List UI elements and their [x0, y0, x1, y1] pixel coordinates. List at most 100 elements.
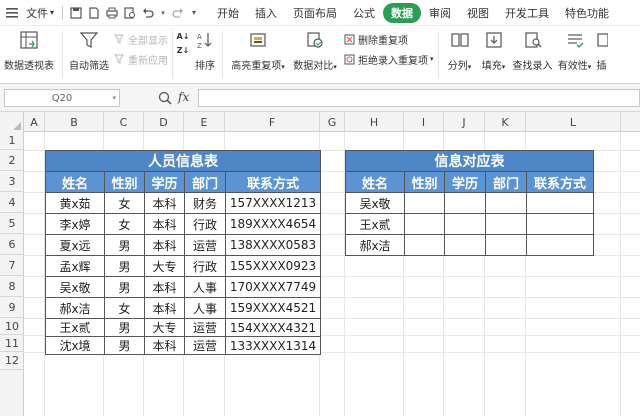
- row-header-2[interactable]: 2: [0, 150, 24, 171]
- cell[interactable]: [404, 213, 445, 235]
- cell[interactable]: 本科: [144, 192, 185, 214]
- tab-formulas[interactable]: 公式: [345, 3, 383, 23]
- validity-button[interactable]: 有效性▾: [555, 26, 595, 84]
- cell[interactable]: 吴x敬: [45, 276, 105, 298]
- cell[interactable]: [404, 192, 445, 214]
- column-header-l[interactable]: L: [526, 112, 621, 132]
- sort-button[interactable]: AZ 排序: [192, 26, 218, 84]
- redo-icon[interactable]: [171, 6, 185, 20]
- cell[interactable]: 本科: [144, 297, 185, 319]
- cell[interactable]: 女: [104, 192, 145, 214]
- cell[interactable]: 行政: [184, 255, 226, 277]
- row-header-6[interactable]: 6: [0, 234, 24, 255]
- cell[interactable]: 人事: [184, 297, 226, 319]
- column-header-f[interactable]: F: [225, 112, 320, 132]
- sort-descending-button[interactable]: Z↓: [177, 44, 192, 56]
- cell[interactable]: 运营: [184, 318, 226, 337]
- cell[interactable]: [485, 234, 527, 256]
- tab-page-layout[interactable]: 页面布局: [285, 3, 345, 23]
- header-cell[interactable]: 性别: [404, 171, 445, 193]
- cell[interactable]: 男: [104, 276, 145, 298]
- row-header-9[interactable]: 9: [0, 297, 24, 318]
- sort-ascending-button[interactable]: A↓: [177, 30, 192, 42]
- cell[interactable]: 男: [104, 234, 145, 256]
- cell[interactable]: 本科: [144, 336, 185, 355]
- row-header-7[interactable]: 7: [0, 255, 24, 276]
- cell[interactable]: 189XXXX4654: [224, 213, 322, 235]
- row-header-11[interactable]: 11: [0, 335, 24, 352]
- row-header-3[interactable]: 3: [0, 171, 24, 192]
- file-menu[interactable]: 文件 ▾: [22, 0, 58, 26]
- formula-input[interactable]: [198, 89, 640, 107]
- row-header-12[interactable]: 12: [0, 352, 24, 370]
- tab-special-features[interactable]: 特色功能: [557, 3, 617, 23]
- tab-data[interactable]: 数据: [383, 2, 422, 23]
- cell[interactable]: [444, 213, 486, 235]
- column-header-b[interactable]: B: [45, 112, 104, 132]
- column-header-k[interactable]: K: [485, 112, 526, 132]
- cell[interactable]: 男: [104, 336, 145, 355]
- cell[interactable]: 男: [104, 318, 145, 337]
- column-header-i[interactable]: I: [404, 112, 444, 132]
- tab-view[interactable]: 视图: [459, 3, 497, 23]
- row-header-10[interactable]: 10: [0, 318, 24, 335]
- remove-duplicates-button[interactable]: 删除重复项: [343, 32, 434, 47]
- cell[interactable]: 沈x境: [45, 336, 105, 355]
- auto-filter-button[interactable]: 自动筛选: [67, 26, 111, 84]
- header-cell[interactable]: 姓名: [45, 171, 105, 193]
- cell[interactable]: 154XXXX4321: [224, 318, 322, 337]
- save-icon[interactable]: [69, 6, 83, 20]
- insert-dropdown-button[interactable]: 插: [595, 26, 609, 84]
- cell[interactable]: [444, 234, 486, 256]
- select-all-corner[interactable]: [0, 112, 24, 132]
- cell[interactable]: 吴x敬: [345, 192, 405, 214]
- column-header-c[interactable]: C: [104, 112, 144, 132]
- cell[interactable]: 大专: [144, 318, 185, 337]
- cell[interactable]: [444, 192, 486, 214]
- export-pdf-icon[interactable]: [87, 6, 101, 20]
- cell[interactable]: 郝x洁: [45, 297, 105, 319]
- header-cell[interactable]: 学历: [144, 171, 185, 193]
- header-cell[interactable]: 学历: [444, 171, 486, 193]
- column-header-g[interactable]: G: [320, 112, 345, 132]
- cell[interactable]: 男: [104, 255, 145, 277]
- cell[interactable]: 行政: [184, 213, 226, 235]
- header-cell[interactable]: 联系方式: [525, 171, 595, 193]
- column-header-h[interactable]: H: [345, 112, 404, 132]
- row-header-1[interactable]: 1: [0, 132, 24, 150]
- cell[interactable]: 李x婷: [45, 213, 105, 235]
- cell[interactable]: [485, 213, 527, 235]
- cell[interactable]: 王x贰: [345, 213, 405, 235]
- cell[interactable]: 女: [104, 297, 145, 319]
- header-cell[interactable]: 性别: [104, 171, 145, 193]
- column-header-e[interactable]: E: [184, 112, 225, 132]
- pivot-table-button[interactable]: 数据透视表: [0, 26, 58, 84]
- cell[interactable]: 王x贰: [45, 318, 105, 337]
- zoom-icon[interactable]: [158, 91, 172, 105]
- spreadsheet-grid[interactable]: A B C D E F G H I J K L 1 2 3 4 5 6 7 8 …: [0, 112, 640, 416]
- show-all-button[interactable]: 全部显示: [113, 32, 168, 47]
- header-cell[interactable]: 姓名: [345, 171, 405, 193]
- tab-review[interactable]: 审阅: [421, 3, 459, 23]
- tab-developer[interactable]: 开发工具: [497, 3, 557, 23]
- cell[interactable]: 大专: [144, 255, 185, 277]
- column-header-a[interactable]: A: [24, 112, 45, 132]
- cell[interactable]: [485, 192, 527, 214]
- cell[interactable]: 本科: [144, 276, 185, 298]
- cell[interactable]: 夏x远: [45, 234, 105, 256]
- cell[interactable]: 郝x洁: [345, 234, 405, 256]
- cell[interactable]: 133XXXX1314: [224, 336, 322, 355]
- table-title[interactable]: 信息对应表: [344, 150, 595, 172]
- cell[interactable]: 孟x辉: [45, 255, 105, 277]
- insert-function-button[interactable]: fx: [178, 90, 189, 104]
- cell[interactable]: 159XXXX4521: [224, 297, 322, 319]
- highlight-duplicates-button[interactable]: 高亮重复项▾: [227, 26, 289, 84]
- fill-button[interactable]: 填充▾: [477, 26, 511, 84]
- cell[interactable]: [525, 234, 595, 256]
- row-header-4[interactable]: 4: [0, 192, 24, 213]
- cell[interactable]: 157XXXX1213: [224, 192, 322, 214]
- cell[interactable]: 女: [104, 213, 145, 235]
- column-header-j[interactable]: J: [444, 112, 485, 132]
- table-title[interactable]: 人员信息表: [44, 150, 322, 172]
- cell[interactable]: 运营: [184, 336, 226, 355]
